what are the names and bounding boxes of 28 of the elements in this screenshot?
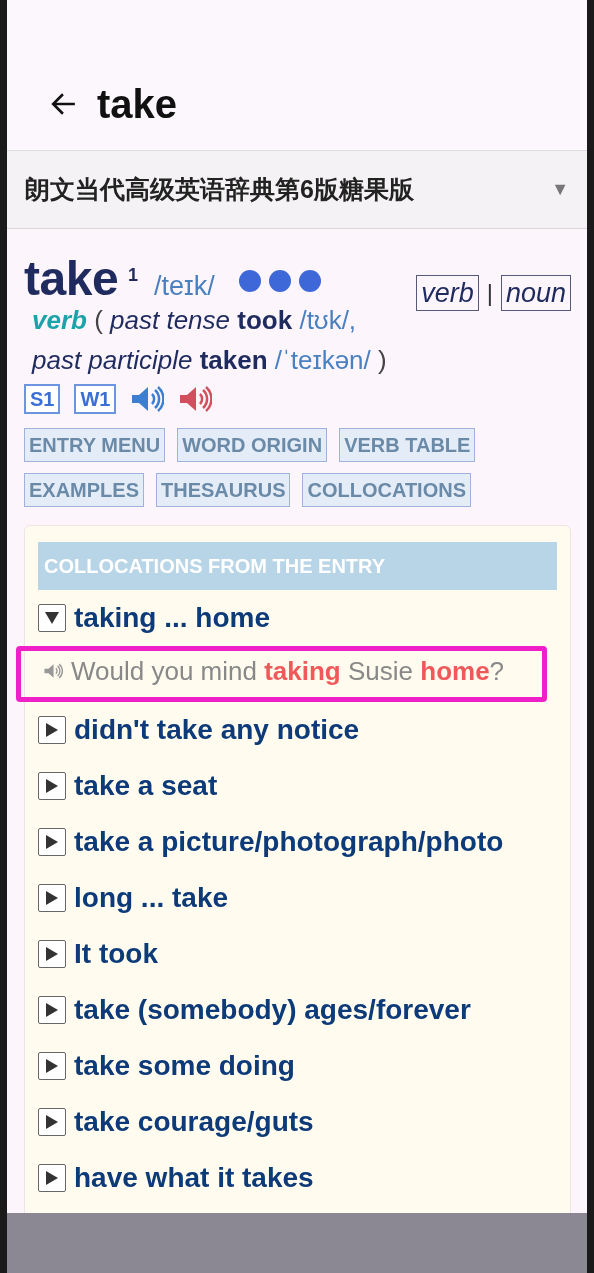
collocation-link[interactable]: taking ... home — [74, 602, 271, 634]
collocation-link[interactable]: have what it takes — [74, 1162, 314, 1194]
speaker-icon[interactable] — [178, 385, 213, 413]
collocation-link[interactable]: take courage/guts — [74, 1106, 314, 1138]
part-of-speech-link[interactable]: noun — [500, 275, 571, 311]
collocation-link[interactable]: long ... take — [74, 882, 229, 914]
dictionary-dropdown[interactable]: 朗文当代高级英语辞典第6版糖果版 ▼ — [7, 151, 587, 229]
part-of-speech-link[interactable]: verb — [416, 275, 479, 311]
headword: take — [24, 251, 119, 306]
collocation-link[interactable]: take a seat — [74, 770, 218, 802]
back-icon[interactable] — [51, 91, 77, 117]
collocation-link[interactable]: take some doing — [74, 1050, 295, 1082]
speaker-icon[interactable] — [43, 663, 63, 679]
collocation-link[interactable]: take (somebody) ages/forever — [74, 994, 471, 1026]
separator: | — [486, 279, 493, 307]
pronunciation: /teɪk/ — [154, 271, 215, 302]
section-header: COLLOCATIONS FROM THE ENTRY — [38, 542, 557, 590]
frequency-badge: W1 — [74, 384, 117, 414]
grammar-info: verb ( past tense took /tʊk/, past participle taken /ˈteɪkən/ ) — [30, 304, 388, 377]
collocation-link[interactable]: didn't take any notice — [74, 714, 360, 746]
homograph-number: 1 — [128, 265, 139, 286]
collocation-link[interactable]: take a picture/photograph/photo — [74, 826, 504, 858]
frequency-dots-icon — [238, 269, 321, 292]
example-sentence: Would you mind taking Susie home? — [71, 655, 505, 687]
speaker-icon[interactable] — [130, 385, 165, 413]
collocation-link[interactable]: It took — [74, 938, 158, 970]
page-title: take — [97, 81, 178, 127]
frequency-badge: S1 — [24, 384, 61, 414]
